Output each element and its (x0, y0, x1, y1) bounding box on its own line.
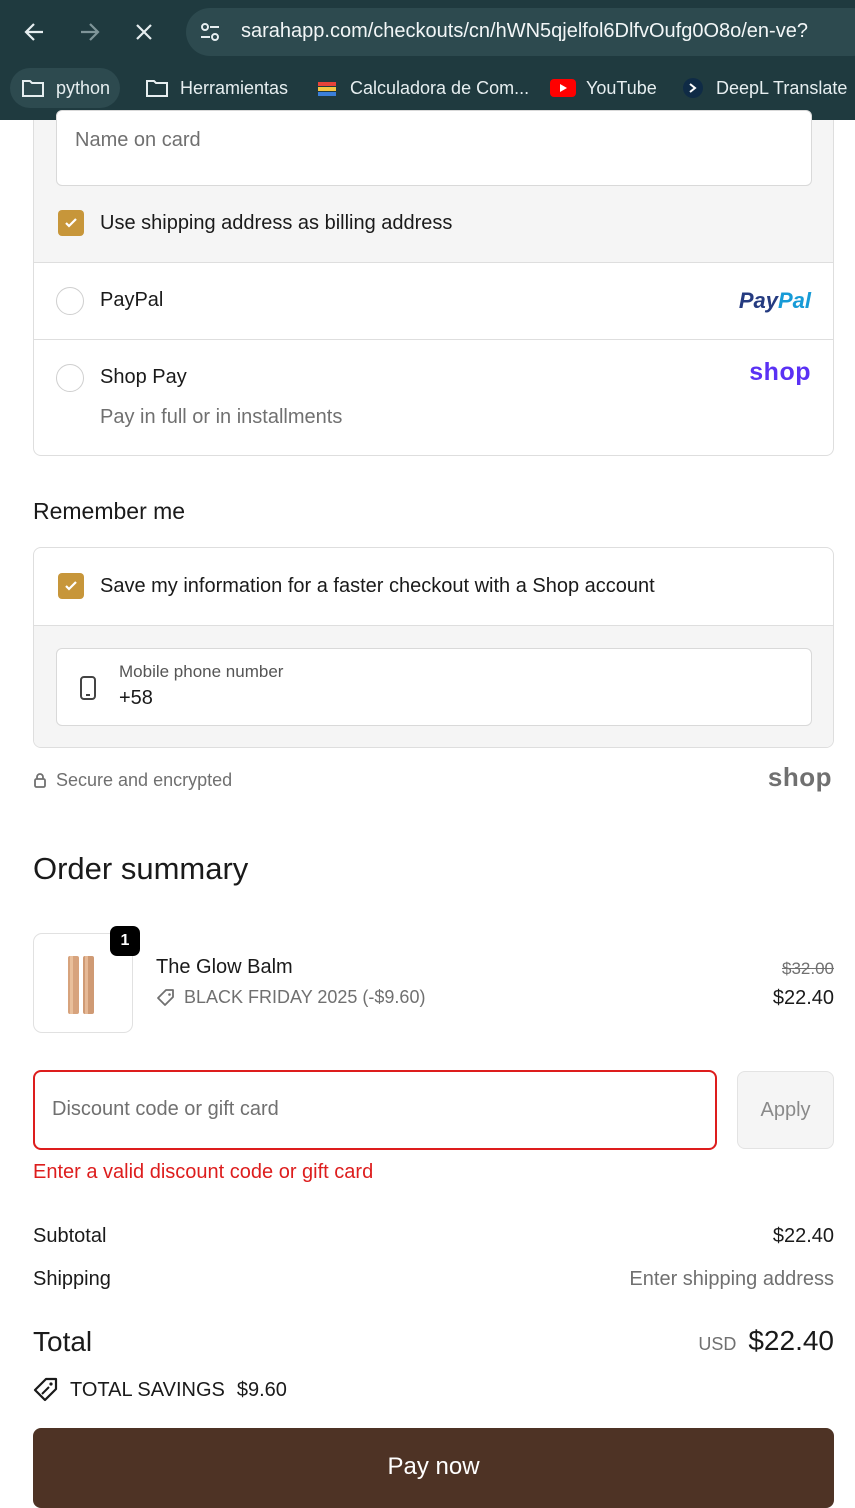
shoppay-logo: shop (749, 358, 811, 386)
product-discount: BLACK FRIDAY 2025 (-$9.60) (156, 987, 425, 1008)
bookmark-label: YouTube (586, 77, 657, 98)
apply-button[interactable]: Apply (737, 1071, 834, 1149)
folder-icon (144, 77, 170, 99)
calculator-favicon (314, 77, 340, 99)
phone-field-value: +58 (119, 687, 153, 709)
payment-option-paypal[interactable]: PayPal PayPal (33, 262, 834, 340)
remember-me-box: Save my information for a faster checkou… (33, 547, 834, 748)
discount-label: BLACK FRIDAY 2025 (-$9.60) (184, 987, 426, 1007)
browser-toolbar: sarahapp.com/checkouts/cn/hWN5qjelfol6Dl… (0, 0, 855, 120)
remember-me-heading: Remember me (33, 498, 186, 524)
bookmark-herramientas[interactable]: Herramientas (144, 68, 288, 108)
subtotal-value: $22.40 (772, 1225, 834, 1247)
bookmark-label: Calculadora de Com... (350, 77, 530, 98)
deepl-icon (680, 77, 706, 99)
save-info-checkbox[interactable] (58, 573, 84, 599)
phone-icon (79, 675, 97, 706)
shop-logo-gray: shop (767, 762, 832, 792)
total-label: Total (33, 1326, 93, 1357)
original-price: $32.00 (782, 959, 834, 978)
pay-now-button[interactable]: Pay now (33, 1428, 834, 1508)
apply-label: Apply (760, 1098, 811, 1121)
product-name: The Glow Balm (156, 956, 293, 978)
product-thumbnail: 1 (33, 926, 140, 1033)
stop-loading-icon[interactable] (126, 14, 162, 50)
total-value: $22.40 (748, 1325, 834, 1356)
name-on-card-placeholder: Name on card (75, 129, 201, 151)
save-info-label: Save my information for a faster checkou… (100, 575, 655, 597)
bookmark-calculadora[interactable]: Calculadora de Com... (314, 68, 529, 108)
address-bar[interactable]: sarahapp.com/checkouts/cn/hWN5qjelfol6Dl… (186, 8, 855, 56)
shoppay-radio[interactable] (56, 364, 84, 392)
phone-field-label: Mobile phone number (119, 662, 284, 681)
total-amount: USD $22.40 (698, 1325, 834, 1357)
shipping-label: Shipping (33, 1268, 111, 1290)
mobile-phone-input[interactable]: Mobile phone number +58 (56, 648, 812, 726)
paypal-radio[interactable] (56, 287, 84, 315)
discount-error: Enter a valid discount code or gift card (33, 1161, 374, 1183)
savings-label: TOTAL SAVINGS (70, 1378, 225, 1401)
bookmark-label: python (56, 77, 111, 98)
savings-value: $9.60 (236, 1378, 287, 1401)
back-arrow-icon[interactable] (16, 14, 52, 50)
currency-code: USD (698, 1334, 737, 1354)
forward-arrow-icon[interactable] (72, 14, 108, 50)
total-savings: TOTAL SAVINGS $9.60 (33, 1377, 287, 1403)
url-text[interactable]: sarahapp.com/checkouts/cn/hWN5qjelfol6Dl… (241, 20, 808, 43)
bookmark-deepl[interactable]: DeepL Translate (680, 68, 847, 108)
secure-notice: Secure and encrypted (33, 770, 232, 791)
billing-same-label: Use shipping address as billing address (100, 212, 453, 234)
discounted-price: $22.40 (772, 987, 834, 1009)
bookmark-youtube[interactable]: YouTube (550, 68, 657, 108)
subtotal-label: Subtotal (33, 1225, 107, 1247)
credit-card-form: Name on card Use shipping address as bil… (33, 110, 834, 263)
bookmark-label: Herramientas (180, 77, 289, 98)
order-summary-heading: Order summary (33, 851, 249, 886)
payment-option-shoppay[interactable]: Shop Pay Pay in full or in installments … (33, 339, 834, 456)
phone-section: Mobile phone number +58 (34, 625, 833, 747)
youtube-icon (550, 77, 576, 99)
bookmark-python[interactable]: python (10, 68, 121, 108)
billing-same-checkbox[interactable] (58, 210, 84, 236)
folder-icon (20, 77, 46, 99)
site-settings-icon[interactable] (198, 20, 222, 44)
discount-code-input[interactable]: Discount code or gift card (33, 1070, 717, 1150)
lock-icon (33, 773, 47, 788)
paypal-logo: PayPal (738, 288, 811, 313)
secure-text: Secure and encrypted (56, 770, 233, 790)
shipping-value: Enter shipping address (629, 1268, 834, 1290)
savings-tag-icon (33, 1377, 59, 1403)
shoppay-label: Shop Pay (100, 366, 187, 388)
tag-icon (156, 988, 176, 1008)
name-on-card-input[interactable]: Name on card (56, 110, 812, 186)
quantity-badge: 1 (110, 926, 140, 956)
discount-code-placeholder: Discount code or gift card (52, 1098, 279, 1120)
bookmark-label: DeepL Translate (716, 77, 848, 98)
shoppay-subtext: Pay in full or in installments (100, 406, 343, 428)
paypal-label: PayPal (100, 289, 164, 311)
